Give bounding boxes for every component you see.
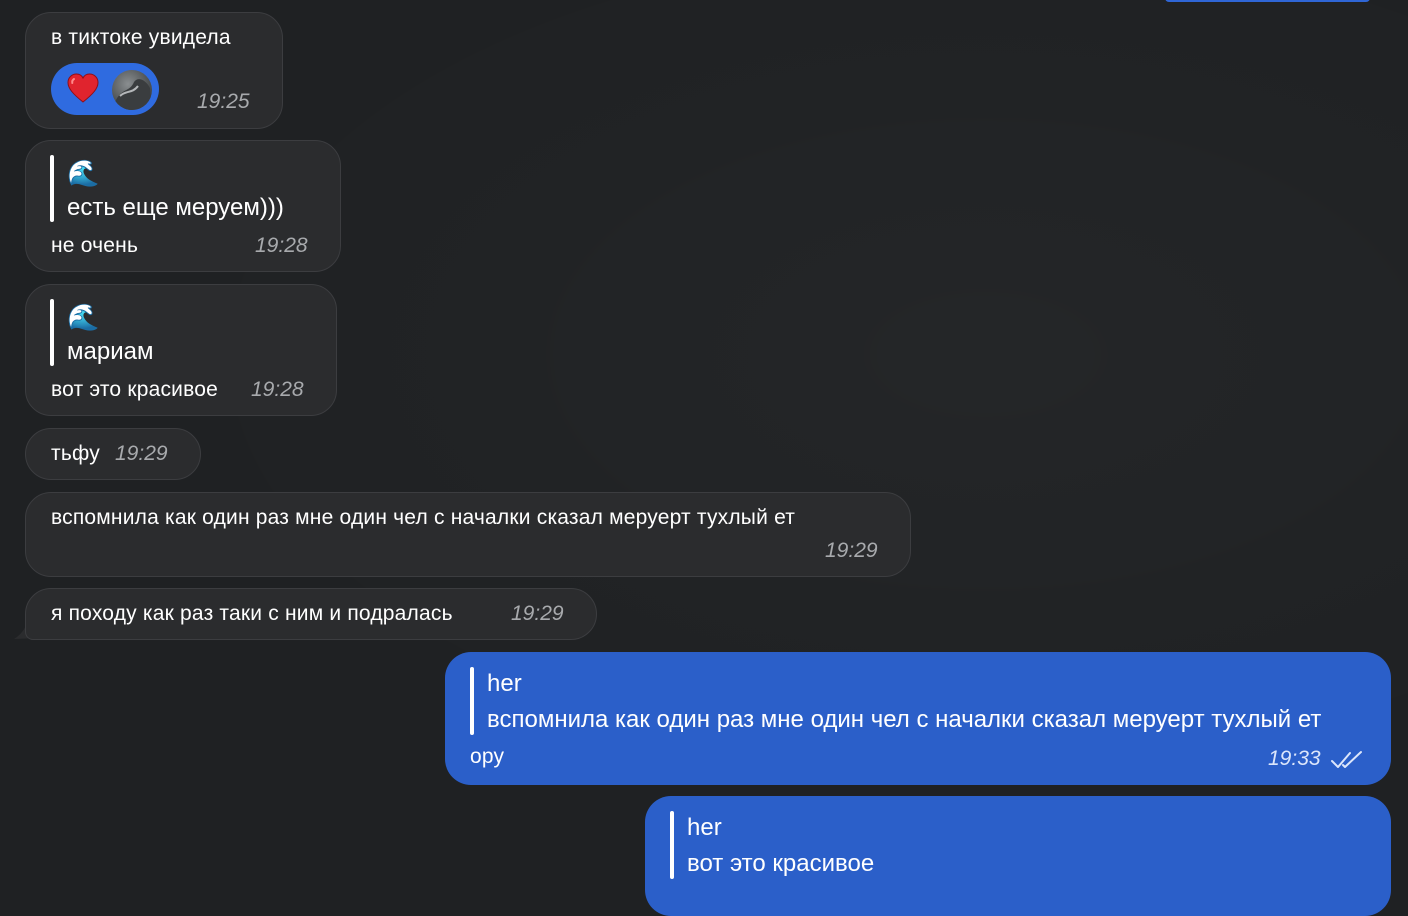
quote-author: her xyxy=(487,670,522,697)
outgoing-reply-message[interactable]: her вот это красивое xyxy=(645,796,1391,916)
message-time: 19:33 xyxy=(1268,747,1321,770)
read-checkmarks-icon xyxy=(1331,751,1362,768)
quoted-text: мариам xyxy=(67,338,154,365)
previous-message-edge xyxy=(1165,0,1370,2)
message-text: вспомнила как один раз мне один чел с на… xyxy=(51,506,796,529)
chat-area: в тиктоке увидела 19:25 🌊 есть еще меруе… xyxy=(0,0,1408,916)
incoming-reply-message[interactable]: 🌊 есть еще меруем))) не очень 19:28 xyxy=(25,140,341,272)
message-text: тьфу xyxy=(51,442,100,465)
quote-author: her xyxy=(687,814,722,841)
quote-bar xyxy=(50,299,54,366)
avatar xyxy=(112,70,152,110)
quote-bar xyxy=(670,811,674,879)
quoted-text: вспомнила как один раз мне один чел с на… xyxy=(487,706,1322,733)
reaction-chip[interactable] xyxy=(51,63,159,115)
message-time: 19:28 xyxy=(255,234,308,257)
message-time: 19:29 xyxy=(511,602,564,625)
incoming-message[interactable]: я походу как раз таки с ним и подралась … xyxy=(25,588,597,640)
message-text: я походу как раз таки с ним и подралась xyxy=(51,602,453,625)
incoming-message[interactable]: тьфу 19:29 xyxy=(25,428,201,480)
incoming-reply-message[interactable]: 🌊 мариам вот это красивое 19:28 xyxy=(25,284,337,416)
outgoing-reply-message[interactable]: her вспомнила как один раз мне один чел … xyxy=(445,652,1391,785)
message-text: вот это красивое xyxy=(51,378,218,401)
incoming-message[interactable]: в тиктоке увидела 19:25 xyxy=(25,12,283,129)
quoted-text: вот это красивое xyxy=(687,850,875,877)
message-time: 19:25 xyxy=(197,90,250,113)
wave-emoji-icon: 🌊 xyxy=(67,302,100,332)
quote-bar xyxy=(470,667,474,735)
message-time: 19:28 xyxy=(251,378,304,401)
quoted-text: есть еще меруем))) xyxy=(67,194,284,221)
message-text: в тиктоке увидела xyxy=(51,26,231,49)
wave-emoji-icon: 🌊 xyxy=(67,158,100,188)
quote-bar xyxy=(50,155,54,222)
message-time: 19:29 xyxy=(825,539,878,562)
incoming-message[interactable]: вспомнила как один раз мне один чел с на… xyxy=(25,492,911,577)
message-time: 19:29 xyxy=(115,442,168,465)
heart-icon xyxy=(67,73,99,103)
message-text: ору xyxy=(470,745,505,768)
message-text: не очень xyxy=(51,234,139,257)
